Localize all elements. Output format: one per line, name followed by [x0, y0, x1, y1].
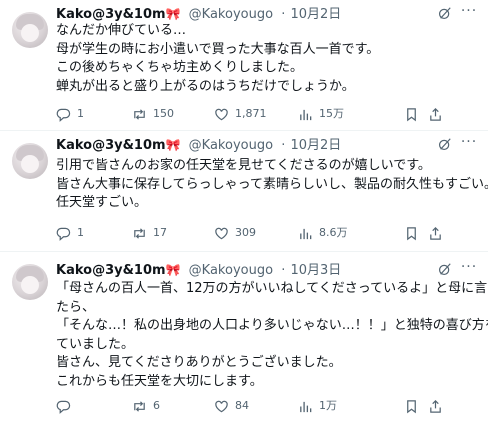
tweet-line: 「母さんの百人一首、12万の方がいいねしてくださっているよ」と母に言っ	[56, 281, 488, 296]
tweet-line: 引用で皆さんのお家の任天堂を見せてくださるのが嬉しいです。	[56, 158, 431, 173]
tweet-date[interactable]: 10月2日	[290, 138, 341, 153]
share-button[interactable]	[428, 104, 449, 124]
author-name[interactable]: Kako@3y&10m	[56, 138, 166, 153]
bookmark-button[interactable]	[404, 396, 425, 416]
tweet-2[interactable]: Kako@3y&10m🎀 @Kakoyougo · 10月2日 ··· 引用で皆…	[0, 131, 488, 251]
like-button[interactable]: 1,871	[214, 104, 267, 124]
reply-icon	[56, 108, 71, 122]
grok-icon[interactable]	[438, 6, 452, 20]
bookmark-icon	[407, 226, 416, 240]
views-button[interactable]: 1万	[298, 396, 337, 416]
author-avatar[interactable]	[12, 264, 48, 300]
views-chart-icon	[300, 109, 312, 120]
views-button[interactable]: 15万	[298, 104, 344, 124]
retweet-count: 150	[153, 107, 174, 120]
tweet-line: 蝉丸が出ると盛り上がるのはうちだけでしょうか。	[56, 78, 355, 94]
tweet-header: Kako@3y&10m🎀 @Kakoyougo · 10月2日	[56, 135, 341, 155]
retweet-button[interactable]: 6	[132, 396, 160, 416]
reply-button[interactable]: 1	[56, 223, 84, 243]
share-button[interactable]	[428, 223, 449, 243]
heart-icon	[215, 400, 228, 412]
bookmark-icon	[407, 107, 416, 121]
tweet-date[interactable]: 10月2日	[290, 7, 341, 22]
reply-button[interactable]	[56, 396, 77, 416]
action-bar: 6 84 1万	[56, 396, 476, 416]
views-button[interactable]: 8.6万	[298, 223, 348, 243]
tweet-line: 皆さん大事に保存してらっしゃって素晴らしいし、製品の耐久性もすごい。	[56, 176, 488, 192]
views-count: 8.6万	[319, 226, 348, 239]
like-button[interactable]: 84	[214, 396, 249, 416]
views-chart-icon	[300, 401, 312, 412]
grok-icon[interactable]	[438, 262, 452, 276]
tweet-text: なんだか伸びている… 母が学生の時にお小遣いで買った大事な百人一首です。 この後…	[56, 22, 470, 96]
tweet-date[interactable]: 10月3日	[290, 263, 341, 278]
tweet-line: 任天堂すごい。	[56, 195, 148, 210]
more-dots-icon[interactable]: ···	[460, 260, 478, 280]
views-count: 15万	[319, 107, 344, 120]
retweet-icon	[134, 400, 145, 412]
author-handle[interactable]: @Kakoyougo	[189, 7, 273, 22]
tweet-1[interactable]: Kako@3y&10m🎀 @Kakoyougo · 10月2日 ··· なんだか…	[0, 0, 488, 130]
author-handle[interactable]: @Kakoyougo	[189, 138, 273, 153]
tweet-line: たら、	[56, 299, 96, 315]
reply-icon	[56, 227, 71, 241]
grok-icon[interactable]	[438, 137, 452, 151]
bow-emoji: 🎀	[165, 263, 181, 277]
reply-count: 1	[77, 226, 84, 239]
more-dots-icon[interactable]: ···	[460, 4, 478, 24]
reply-icon	[56, 400, 71, 414]
author-avatar[interactable]	[12, 143, 48, 179]
reply-count: 1	[77, 107, 84, 120]
retweet-count: 6	[153, 399, 160, 412]
tweet-line: ていました。	[56, 336, 135, 352]
bookmark-button[interactable]	[404, 104, 425, 124]
more-dots-icon[interactable]: ···	[460, 135, 478, 155]
reply-button[interactable]: 1	[56, 104, 84, 124]
tweet-line: 皆さん、見てくださりありがとうございました。	[56, 355, 342, 370]
author-name[interactable]: Kako@3y&10m	[56, 7, 166, 22]
retweet-button[interactable]: 150	[132, 104, 174, 124]
share-icon	[430, 107, 441, 121]
tweet-3[interactable]: Kako@3y&10m🎀 @Kakoyougo · 10月3日 ··· 「母さん…	[0, 252, 488, 427]
dot-separator: ·	[281, 263, 286, 278]
bow-emoji: 🎀	[165, 138, 181, 152]
like-button[interactable]: 309	[214, 223, 256, 243]
share-icon	[430, 226, 441, 240]
views-chart-icon	[300, 228, 312, 239]
tweet-header: Kako@3y&10m🎀 @Kakoyougo · 10月3日	[56, 260, 341, 280]
author-handle[interactable]: @Kakoyougo	[189, 263, 273, 278]
tweet-header: Kako@3y&10m🎀 @Kakoyougo · 10月2日	[56, 4, 341, 24]
share-icon	[430, 399, 441, 413]
retweet-icon	[134, 227, 145, 239]
author-name[interactable]: Kako@3y&10m	[56, 263, 166, 278]
heart-icon	[215, 227, 228, 239]
like-count: 84	[235, 399, 249, 412]
tweet-line: 「そんな…！私の出身地の人口より多いじゃない…！！」と独特の喜び方をし	[56, 318, 488, 333]
heart-icon	[215, 108, 228, 120]
like-count: 1,871	[235, 107, 267, 120]
tweet-line: 母が学生の時にお小遣いで買った大事な百人一首です。	[56, 41, 380, 57]
bookmark-button[interactable]	[404, 223, 425, 243]
tweet-line: この後めちゃくちゃ坊主めくりしました。	[56, 60, 304, 75]
share-button[interactable]	[428, 396, 449, 416]
bookmark-icon	[407, 399, 416, 413]
retweet-button[interactable]: 17	[132, 223, 167, 243]
like-count: 309	[235, 226, 256, 239]
views-count: 1万	[319, 399, 337, 412]
tweet-text: 「母さんの百人一首、12万の方がいいねしてくださっているよ」と母に言っ たら、 …	[56, 280, 488, 391]
retweet-icon	[134, 108, 145, 120]
action-bar: 1 17 309 8.6万	[56, 223, 476, 243]
tweet-line: これからも任天堂を大切にします。	[56, 373, 263, 389]
action-bar: 1 150 1,871 15万	[56, 104, 476, 124]
tweet-text: 引用で皆さんのお家の任天堂を見せてくださるのが嬉しいです。 皆さん大事に保存して…	[56, 157, 488, 213]
author-avatar[interactable]	[12, 12, 48, 48]
retweet-count: 17	[153, 226, 167, 239]
dot-separator: ·	[281, 138, 286, 153]
bow-emoji: 🎀	[165, 7, 181, 21]
dot-separator: ·	[281, 7, 286, 22]
tweet-line: なんだか伸びている…	[56, 23, 187, 38]
